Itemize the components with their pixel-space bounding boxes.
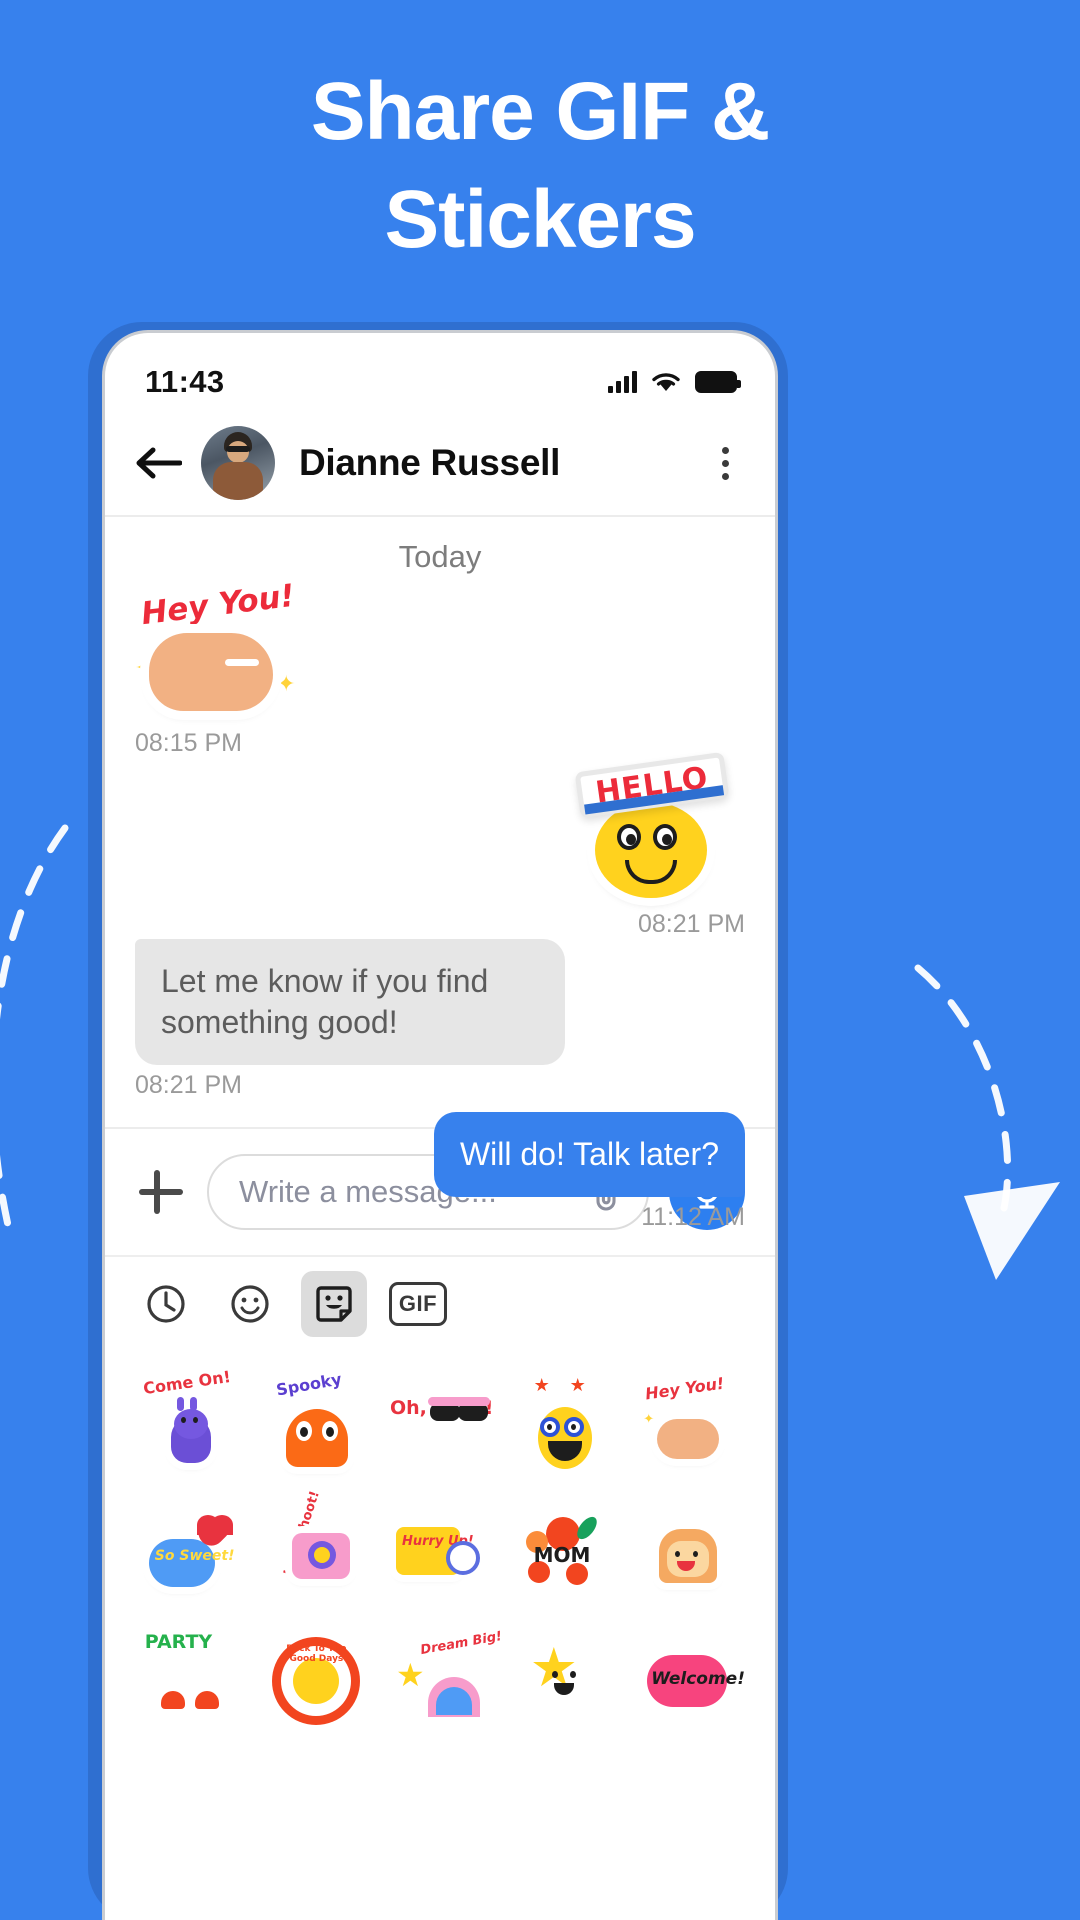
sticker-label: Hey You! [139, 577, 297, 633]
sticker-dream-big[interactable]: Dream Big! ★ [378, 1623, 504, 1731]
message-row: HELLO 08:21 PM [135, 751, 745, 939]
sticker-toast[interactable] [625, 1497, 749, 1605]
signal-icon [608, 371, 637, 393]
sticker-label: So Sweet! [154, 1548, 235, 1564]
message-row: Let me know if you find something good! … [135, 939, 745, 1100]
more-vertical-icon[interactable] [703, 437, 747, 489]
sticker-icon [316, 1286, 352, 1322]
battery-icon [695, 371, 741, 393]
sticker-label: PARTY [144, 1631, 213, 1653]
sticker-hey-you[interactable]: Hey You! ✦ ✦ [135, 578, 310, 723]
tab-sticker[interactable] [301, 1271, 367, 1337]
sticker-tray-tabs: GIF [105, 1255, 775, 1351]
sticker-spooky[interactable]: Spooky [255, 1369, 379, 1479]
sticker-hurry-up[interactable]: Hurry Up! [378, 1497, 502, 1605]
day-separator: Today [398, 539, 482, 574]
dashed-arc-left-icon [0, 824, 69, 1229]
page-title: Dianne Russell [299, 442, 561, 483]
status-time: 11:43 [145, 364, 225, 399]
sticker-hello[interactable]: HELLO [565, 751, 745, 904]
sticker-label: Hey You! [644, 1373, 726, 1404]
plus-icon[interactable] [135, 1166, 187, 1218]
headline-line-2: Stickers [384, 174, 696, 266]
message-bubble-outgoing[interactable]: Will do! Talk later? [433, 1111, 745, 1197]
sticker-label: Welcome! [651, 1669, 745, 1689]
sticker-label: Back To The Good Days [286, 1644, 347, 1664]
tab-emoji[interactable] [217, 1271, 283, 1337]
sticker-so-sweet[interactable]: So Sweet! [131, 1497, 255, 1605]
sticker-label: Come On! [141, 1366, 232, 1399]
message-row: Will do! Talk later? 11:12 AM [135, 1111, 745, 1232]
avatar[interactable] [201, 426, 275, 500]
message-time: 08:15 PM [135, 729, 243, 757]
sticker-hey-you[interactable]: Hey You! ✦ [625, 1371, 749, 1479]
smiley-icon [231, 1285, 269, 1323]
sticker-label: Spooky [275, 1369, 344, 1400]
sticker-party[interactable]: PARTY [131, 1623, 255, 1731]
sparkle-icon: ✦ [277, 671, 296, 696]
sticker-come-on[interactable]: Come On! [131, 1366, 255, 1479]
tab-recent[interactable] [133, 1271, 199, 1337]
status-icons [608, 370, 741, 394]
chat-header: Dianne Russell [105, 411, 775, 517]
sticker-label: MOM [533, 1543, 591, 1567]
message-row: Hey You! ✦ ✦ 08:15 PM [135, 578, 745, 758]
sticker-welcome[interactable]: Welcome! [625, 1623, 749, 1731]
sticker-good-days[interactable]: Back To The Good Days [255, 1623, 379, 1731]
clock-icon [147, 1285, 185, 1323]
sticker-lets-shoot[interactable]: Let's Shoot! [255, 1489, 379, 1605]
phone-screen: 11:43 Dianne Russell Today Hey You! ✦ ✦ … [102, 330, 778, 1920]
message-time: 11:12 AM [641, 1202, 745, 1231]
sticker-nerd-face[interactable]: ★ ★ [502, 1371, 626, 1479]
gif-icon: GIF [389, 1282, 447, 1326]
status-bar: 11:43 [105, 333, 775, 411]
message-time: 08:21 PM [637, 910, 745, 938]
sticker-grid: Come On! Spooky Oh, Yeah! ★ ★ [105, 1351, 775, 1731]
conversation-list: Today Hey You! ✦ ✦ 08:15 PM HELLO 08:21 … [105, 517, 775, 1231]
sticker-oh-yeah[interactable]: Oh, Yeah! [378, 1371, 502, 1479]
back-arrow-icon[interactable] [133, 437, 185, 489]
promo-headline: Share GIF & Stickers [0, 58, 1080, 274]
sticker-mom[interactable]: MOM [502, 1497, 626, 1605]
message-bubble-incoming[interactable]: Let me know if you find something good! [135, 939, 565, 1065]
dashed-arc-right-icon [914, 964, 1060, 1280]
message-time: 08:21 PM [135, 1070, 243, 1099]
sticker-star[interactable]: ★ [502, 1623, 626, 1731]
sticker-label: Dream Big! [419, 1628, 504, 1659]
headline-line-1: Share GIF & [310, 66, 770, 157]
tab-gif[interactable]: GIF [385, 1271, 451, 1337]
wifi-icon [652, 373, 680, 391]
